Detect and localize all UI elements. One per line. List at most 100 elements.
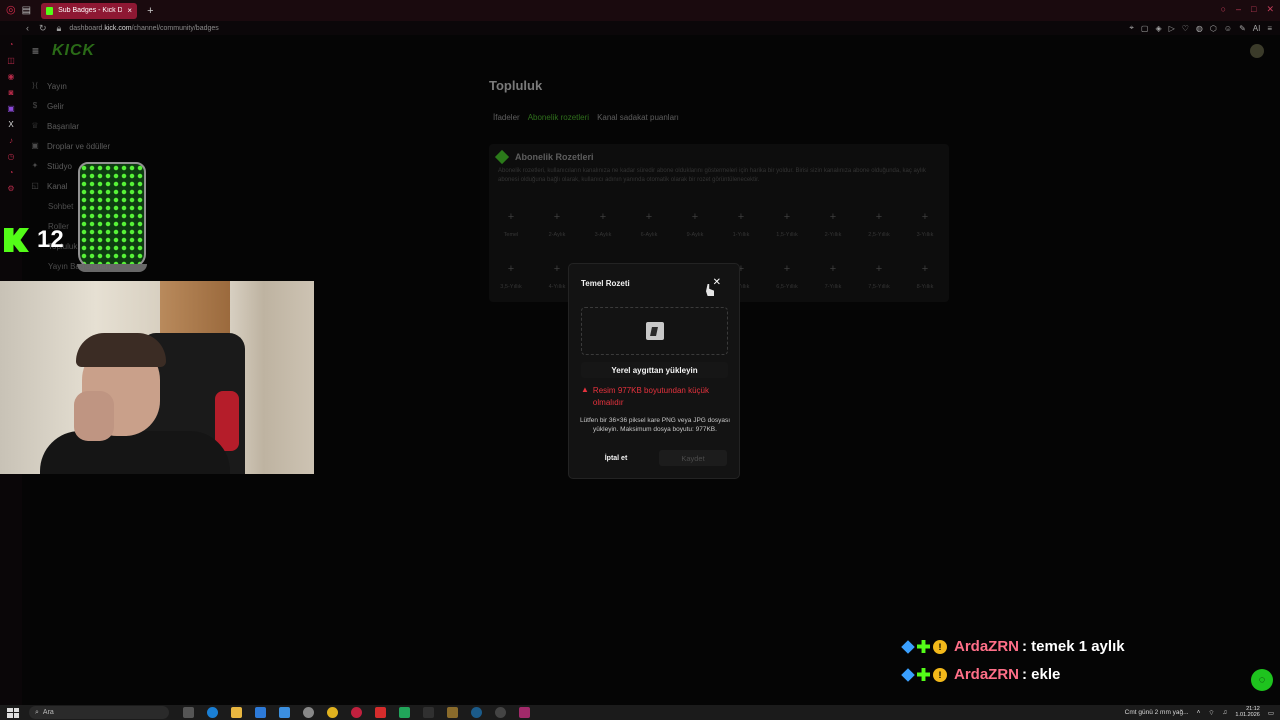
add-badge-icon: + [599, 211, 607, 223]
winrar-icon[interactable] [519, 707, 530, 718]
add-badge-icon: + [507, 211, 515, 223]
terminal-icon[interactable] [423, 707, 434, 718]
tab-kanal-sadakat[interactable]: Kanal sadakat puanları [597, 113, 679, 122]
windows-start-icon[interactable] [7, 707, 19, 718]
history-icon[interactable]: ◔ [9, 41, 14, 49]
messenger-icon[interactable]: ◉ [8, 73, 15, 81]
nav-item-gelir[interactable]: $ Gelir [30, 96, 160, 116]
file-explorer-icon[interactable] [231, 707, 242, 718]
shopping-icon[interactable]: ◫ [7, 57, 15, 65]
steam-icon[interactable] [471, 707, 482, 718]
bell-icon[interactable]: ◔ [9, 169, 14, 177]
page-title: Topluluk [489, 78, 543, 93]
badge-slot[interactable]: +2-Yıllık [823, 212, 843, 239]
weather-widget[interactable]: Cmt günü 2 mm yağ... [1125, 709, 1189, 716]
channel-icon: ◱ [31, 181, 39, 190]
close-tab-icon[interactable]: × [127, 6, 132, 15]
tab-kick-dashboard[interactable]: Sub Badges - Kick Dashb... × [41, 2, 138, 19]
badge-slot[interactable]: +7-Yıllık [823, 264, 843, 291]
url-field[interactable]: dashboard.kick.com/channel/community/bad… [69, 25, 218, 32]
clock-icon[interactable]: ◷ [8, 153, 15, 161]
menu-icon[interactable]: ≡ [1267, 24, 1272, 33]
back-icon[interactable]: ‹ [26, 23, 29, 34]
gift-icon: ▣ [31, 141, 39, 150]
tab-abonelik-rozetleri[interactable]: Abonelik rozetleri [528, 113, 589, 122]
main-content: Topluluk İfadeler Abonelik rozetleri Kan… [489, 78, 949, 302]
profile-icon[interactable]: ☺ [1224, 24, 1232, 33]
badge-slot[interactable]: +6-Aylık [639, 212, 659, 239]
x-twitter-icon[interactable]: X [8, 121, 13, 129]
twitch-icon[interactable]: ▣ [7, 105, 15, 113]
nav-item-yayin[interactable]: ⟩⟨ Yayın [30, 76, 160, 96]
badge-slot[interactable]: +8-Yıllık [915, 263, 935, 291]
user-avatar[interactable] [1250, 44, 1264, 58]
badge-slot[interactable]: +4-Yıllık [547, 264, 567, 291]
badge-slot[interactable]: + Temel [501, 211, 521, 239]
new-tab-icon[interactable]: + [147, 5, 153, 17]
close-icon[interactable]: ✕ [713, 277, 721, 288]
badge-slot[interactable]: +2-Aylık [547, 212, 567, 239]
tray-chevron-icon[interactable]: ˄ [1197, 709, 1201, 716]
heart-icon[interactable]: ♡ [1182, 24, 1189, 33]
search-tabs-icon[interactable]: ○ [1221, 4, 1226, 15]
badge-slot[interactable]: +7,5-Yıllık [868, 264, 889, 291]
upload-from-device-button[interactable]: Yerel aygıttan yükleyin [581, 362, 728, 378]
hamburger-icon[interactable]: ≡ [32, 44, 39, 58]
reload-icon[interactable]: ↻ [39, 23, 47, 34]
badge-slot[interactable]: +3-Aylık [593, 211, 613, 239]
minimize-icon[interactable]: – [1236, 4, 1241, 15]
save-button[interactable]: Kaydet [659, 450, 727, 466]
store-icon[interactable] [255, 707, 266, 718]
player-icon[interactable]: ▷ [1169, 24, 1175, 33]
close-window-icon[interactable]: ✕ [1266, 4, 1274, 15]
help-chat-button[interactable]: ◌ [1251, 669, 1273, 691]
chrome-icon[interactable] [327, 707, 338, 718]
badge-slot[interactable]: +6,5-Yıllık [776, 264, 797, 291]
edge-icon[interactable] [207, 707, 218, 718]
settings-icon[interactable]: ⚙ [7, 185, 14, 193]
badge-slot-label: Temel [503, 232, 519, 238]
notifications-icon[interactable]: ▭ [1268, 709, 1274, 717]
modal-title: Temel Rozeti [581, 279, 630, 288]
shield-icon[interactable]: ◈ [1155, 24, 1161, 33]
aria-icon[interactable]: ✎ [1239, 24, 1246, 33]
instagram-icon[interactable]: ◙ [9, 89, 14, 97]
music-icon[interactable]: ♪ [9, 137, 13, 145]
tab-ifadeler[interactable]: İfadeler [493, 113, 520, 122]
mail-icon[interactable] [279, 707, 290, 718]
nav-item-droplar[interactable]: ▣ Droplar ve ödüller [30, 136, 160, 156]
opera-taskbar-icon[interactable] [351, 707, 362, 718]
tab-title: Sub Badges - Kick Dashb... [58, 7, 123, 14]
tab-menu-icon[interactable]: ▤ [22, 5, 31, 16]
bookmark-icon[interactable]: ▢ [1141, 24, 1149, 33]
vpn-icon[interactable]: ◍ [1196, 24, 1203, 33]
gold-badge-icon: ! [933, 639, 947, 654]
wps-icon[interactable] [375, 707, 386, 718]
nav-item-basarilar[interactable]: ♕ Başarılar [30, 116, 160, 136]
ai-icon[interactable]: AI [1253, 24, 1261, 33]
badge-slot[interactable]: +1-Yıllık [731, 212, 751, 239]
settings-app-icon[interactable] [303, 707, 314, 718]
green-app-icon[interactable] [399, 707, 410, 718]
snapshot-icon[interactable]: ⌖ [1129, 23, 1134, 33]
maximize-icon[interactable]: □ [1251, 4, 1256, 15]
system-clock[interactable]: 21:12 1.01.2026 [1235, 706, 1259, 719]
task-view-icon[interactable] [183, 707, 194, 718]
badge-slot[interactable]: +3-Yıllık [915, 212, 935, 239]
opera-logo-icon[interactable]: ◎ [6, 5, 16, 16]
add-badge-icon: + [875, 211, 883, 223]
badge-slot[interactable]: +3,5-Yıllık [500, 264, 521, 291]
image-dropzone[interactable] [581, 307, 728, 355]
taskbar-search[interactable]: ⌕ Ara [29, 706, 169, 719]
network-icon[interactable]: ⌔ [1208, 708, 1214, 717]
add-badge-icon: + [921, 263, 929, 275]
kick-logo[interactable]: KICK [52, 42, 95, 60]
volume-icon[interactable]: ♫ [1223, 709, 1228, 716]
extensions-icon[interactable]: ⬡ [1210, 24, 1217, 33]
pen-app-icon[interactable] [447, 707, 458, 718]
obs-icon[interactable] [495, 707, 506, 718]
badge-slot[interactable]: +9-Aylık [685, 212, 705, 239]
badge-slot[interactable]: +2,5-Yıllık [868, 211, 889, 239]
badge-slot[interactable]: +1,5-Yıllık [776, 212, 797, 239]
cancel-button[interactable]: İptal et [591, 451, 641, 465]
